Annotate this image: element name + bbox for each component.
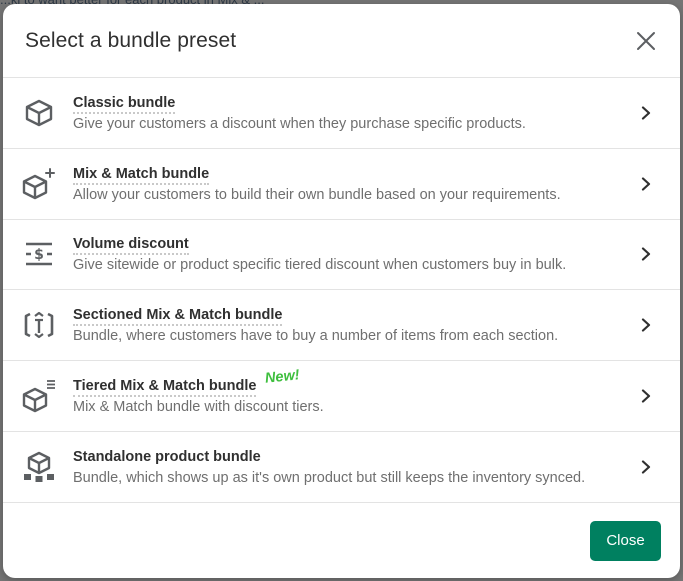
preset-description: Give sitewide or product specific tiered… (73, 257, 567, 274)
close-button[interactable]: Close (590, 520, 661, 561)
preset-item-mix-match-bundle[interactable]: Mix & Match bundle Allow your customers … (3, 149, 680, 220)
preset-item-standalone-product-bundle[interactable]: Standalone product bundle Bundle, which … (3, 432, 680, 503)
preset-list: Classic bundle Give your customers a dis… (3, 78, 680, 503)
preset-text: Standalone product bundle Bundle, which … (73, 448, 626, 486)
preset-text: Classic bundle Give your customers a dis… (73, 94, 626, 132)
dollar-discount-icon: $ (22, 237, 56, 271)
chevron-right-icon (638, 459, 654, 475)
preset-title-row: Mix & Match bundle (73, 165, 626, 185)
chevron-right-icon (638, 105, 654, 121)
chevron-right-icon (638, 246, 654, 262)
preset-title: Mix & Match bundle (73, 165, 210, 185)
preset-text: Mix & Match bundle Allow your customers … (73, 165, 626, 203)
preset-title: Sectioned Mix & Match bundle (73, 306, 283, 327)
preset-description: Mix & Match bundle with discount tiers. (73, 399, 324, 416)
new-badge: New! (264, 367, 301, 387)
preset-text: Sectioned Mix & Match bundle Bundle, whe… (73, 306, 626, 344)
modal-header: Select a bundle preset (3, 4, 680, 78)
preset-title: Tiered Mix & Match bundle (73, 377, 257, 398)
chevron-right-icon (638, 176, 654, 192)
preset-title-row: Tiered Mix & Match bundle New! (73, 367, 626, 398)
preset-text: Volume discount Give sitewide or product… (73, 235, 626, 273)
box-network-icon (22, 450, 56, 484)
preset-description: Bundle, which shows up as it's own produ… (73, 469, 586, 486)
preset-item-sectioned-mix-match-bundle[interactable]: Sectioned Mix & Match bundle Bundle, whe… (3, 290, 680, 362)
preset-description: Bundle, where customers have to buy a nu… (73, 328, 559, 345)
box-tiers-icon (22, 379, 56, 413)
chevron-right-icon (638, 317, 654, 333)
preset-title: Classic bundle (73, 94, 176, 114)
modal-footer: Close (3, 505, 680, 578)
bundle-preset-modal: Select a bundle preset Classic bundle Gi… (3, 4, 680, 578)
preset-item-classic-bundle[interactable]: Classic bundle Give your customers a dis… (3, 78, 680, 149)
box-icon (22, 96, 56, 130)
preset-title-row: Classic bundle (73, 94, 626, 114)
preset-text: Tiered Mix & Match bundle New! Mix & Mat… (73, 367, 626, 416)
preset-description: Allow your customers to build their own … (73, 186, 561, 203)
preset-item-tiered-mix-match-bundle[interactable]: Tiered Mix & Match bundle New! Mix & Mat… (3, 361, 680, 432)
svg-text:$: $ (34, 247, 44, 263)
preset-title: Standalone product bundle (73, 448, 261, 465)
sectioned-bracket-icon (22, 308, 56, 342)
preset-title: Volume discount (73, 235, 189, 256)
box-plus-icon (22, 167, 56, 201)
preset-title-row: Sectioned Mix & Match bundle (73, 306, 626, 327)
preset-item-volume-discount[interactable]: $ Volume discount Give sitewide or produ… (3, 220, 680, 291)
chevron-right-icon (638, 388, 654, 404)
close-icon[interactable] (634, 29, 658, 53)
preset-description: Give your customers a discount when they… (73, 115, 526, 132)
preset-title-row: Standalone product bundle (73, 448, 626, 468)
modal-title: Select a bundle preset (25, 28, 237, 52)
preset-title-row: Volume discount (73, 235, 626, 256)
